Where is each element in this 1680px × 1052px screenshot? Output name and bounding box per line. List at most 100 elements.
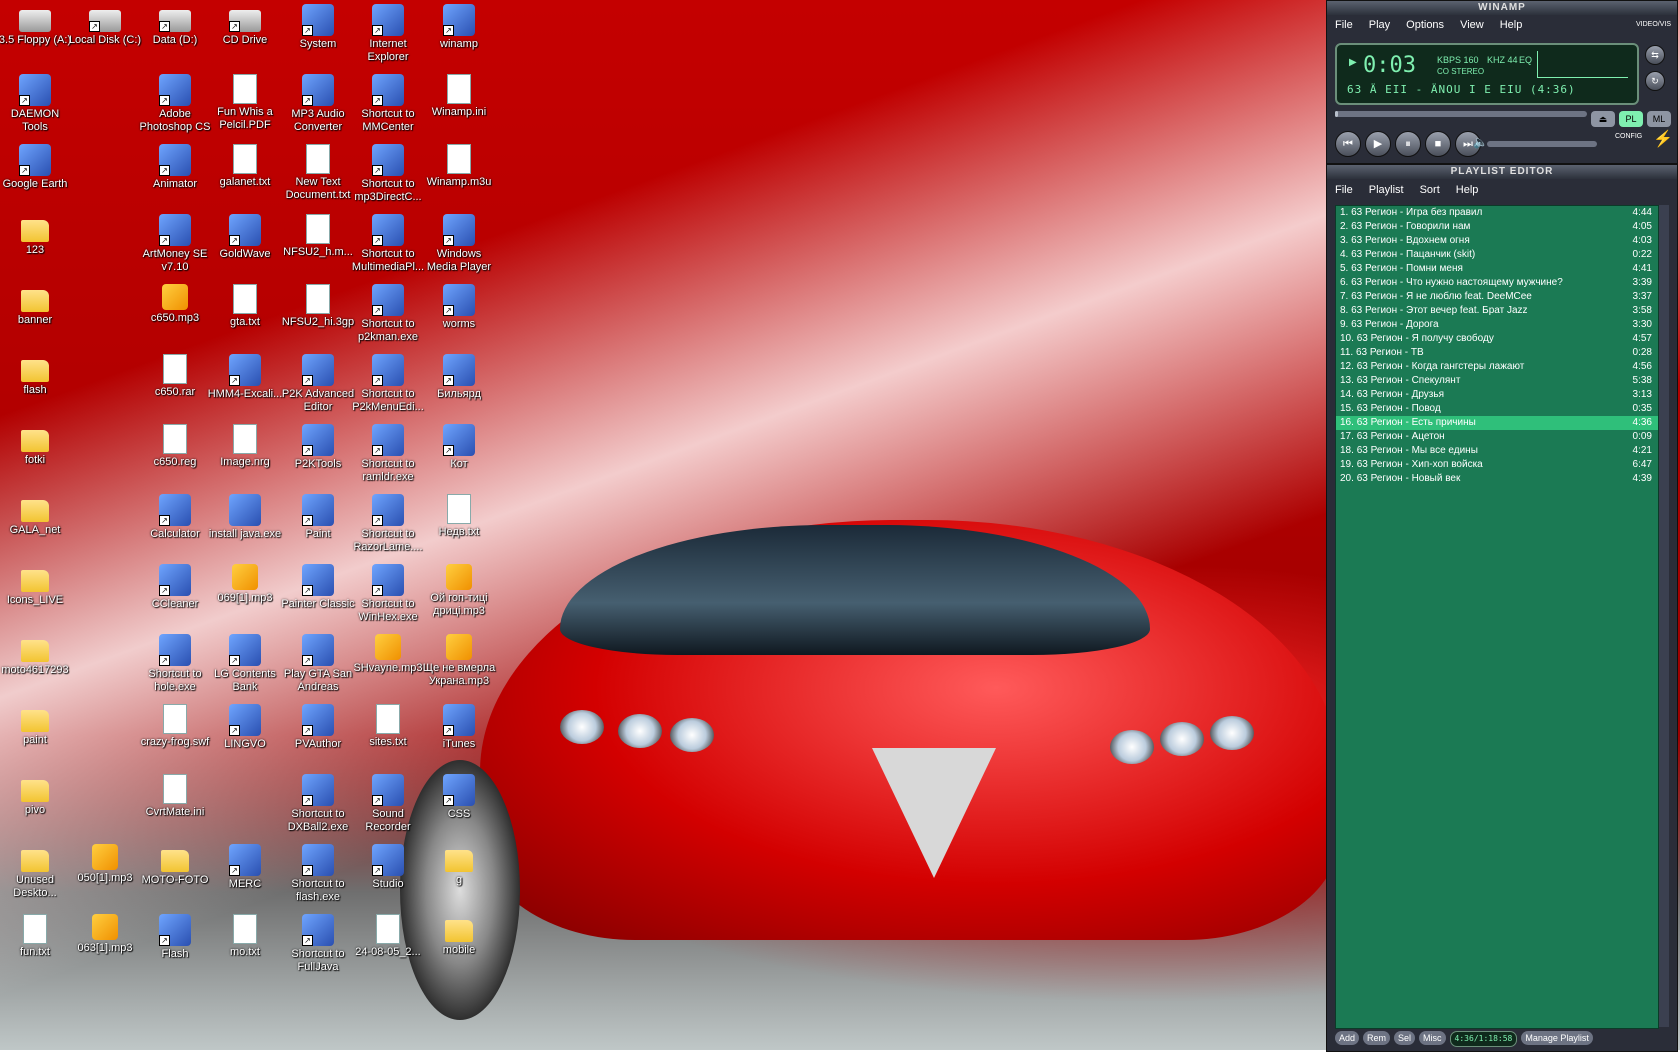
pause-icon[interactable]: ⏸ — [1395, 131, 1421, 157]
desktop-icon[interactable]: 123 — [0, 214, 73, 257]
desktop-icon[interactable]: 24-08-05_2... — [350, 914, 426, 959]
playlist-menu-playlist[interactable]: Playlist — [1369, 184, 1404, 196]
misc-button[interactable]: Misc — [1419, 1031, 1446, 1045]
desktop-icon[interactable]: ↗ Shortcut to MMCenter — [350, 74, 426, 134]
desktop-icon[interactable]: ↗ LINGVO — [207, 704, 283, 751]
manage-playlist-button[interactable]: Manage Playlist — [1521, 1031, 1593, 1045]
playlist-track-list[interactable]: 1. 63 Регион - Игра без правил 4:44 2. 63 … — [1335, 205, 1659, 1029]
config-label[interactable]: CONFIG — [1615, 133, 1642, 140]
desktop-icon[interactable]: CvrtMate.ini — [137, 774, 213, 819]
desktop-icon[interactable]: ↗ Shortcut to ramldr.exe — [350, 424, 426, 484]
desktop-icon[interactable]: NFSU2_hi.3gp — [280, 284, 356, 329]
desktop-icon[interactable]: ↗ Windows Media Player — [421, 214, 497, 274]
desktop-icon[interactable]: ↗ Shortcut to FullJava — [280, 914, 356, 974]
desktop-icon[interactable]: ↗ Data (D:) — [137, 4, 213, 47]
desktop-icon[interactable]: ↗ Бильярд — [421, 354, 497, 401]
eject-button[interactable]: ⏏ — [1591, 111, 1615, 127]
desktop-icon[interactable]: ↗ Shortcut to flash.exe — [280, 844, 356, 904]
desktop-icon[interactable]: 3.5 Floppy (A:) — [0, 4, 73, 47]
desktop-icon[interactable]: ↗ Paint — [280, 494, 356, 541]
playlist-track-row[interactable]: 7. 63 Регион - Я не люблю feat. DeeMCee 3… — [1336, 290, 1658, 304]
playlist-track-row[interactable]: 2. 63 Регион - Говорили нам 4:05 — [1336, 220, 1658, 234]
desktop-icon[interactable]: c650.reg — [137, 424, 213, 469]
desktop-icon[interactable]: Winamp.ini — [421, 74, 497, 119]
desktop-icon[interactable]: paint — [0, 704, 73, 747]
desktop-icon[interactable]: ↗ Painter Classic — [280, 564, 356, 611]
desktop-icon[interactable]: Ще не вмерла Украна.mp3 — [421, 634, 497, 688]
shuffle-icon[interactable]: ⇆ — [1645, 45, 1665, 65]
desktop-icon[interactable]: ↗ CSS — [421, 774, 497, 821]
add-button[interactable]: Add — [1335, 1031, 1360, 1045]
desktop-icon[interactable]: fotki — [0, 424, 73, 467]
desktop-icon[interactable]: ↗ Sound Recorder — [350, 774, 426, 834]
winamp-menu-file[interactable]: File — [1335, 19, 1353, 35]
playlist-track-row[interactable]: 19. 63 Регион - Хип-хоп войска 6:47 — [1336, 458, 1658, 472]
desktop-icon[interactable]: ↗ Shortcut to WinHex.exe — [350, 564, 426, 624]
playlist-titlebar[interactable]: PLAYLIST EDITOR — [1327, 165, 1677, 179]
desktop-icon[interactable]: ↗ P2K Advanced Editor — [280, 354, 356, 414]
winamp-logo-icon[interactable]: ⚡ — [1653, 129, 1673, 149]
playlist-track-row[interactable]: 9. 63 Регион - Дорога 3:30 — [1336, 318, 1658, 332]
playlist-toggle-button[interactable]: PL — [1619, 111, 1643, 127]
winamp-titlebar[interactable]: WINAMP — [1327, 1, 1677, 15]
desktop-icon[interactable]: install java.exe — [207, 494, 283, 541]
playlist-track-row[interactable]: 3. 63 Регион - Вдохнем огня 4:03 — [1336, 234, 1658, 248]
select-button[interactable]: Sel — [1394, 1031, 1416, 1045]
winamp-menu-view[interactable]: View — [1460, 19, 1484, 35]
desktop-icon[interactable]: moto4617293 — [0, 634, 73, 677]
desktop-icon[interactable]: ↗ Play GTA San Andreas — [280, 634, 356, 694]
desktop-icon[interactable]: ↗ Google Earth — [0, 144, 73, 191]
desktop-icon[interactable]: MOTO-FOTO — [137, 844, 213, 887]
playlist-track-row[interactable]: 8. 63 Регион - Этот вечер feat. Брат Jaz… — [1336, 304, 1658, 318]
playlist-scrollbar[interactable] — [1659, 205, 1669, 1027]
spectrum-analyzer[interactable] — [1537, 51, 1628, 78]
previous-icon[interactable]: ⏮ — [1335, 131, 1361, 157]
desktop-icon[interactable]: ↗ Calculator — [137, 494, 213, 541]
playlist-track-row[interactable]: 13. 63 Регион - Спекулянт 5:38 — [1336, 374, 1658, 388]
playlist-track-row[interactable]: 12. 63 Регион - Когда гангстеры лажают 4:… — [1336, 360, 1658, 374]
desktop-icon[interactable]: Fun Whis a Pelcil.PDF — [207, 74, 283, 132]
desktop-icon[interactable]: ↗ Adobe Photoshop CS — [137, 74, 213, 134]
stop-icon[interactable]: ■ — [1425, 131, 1451, 157]
playlist-menu-sort[interactable]: Sort — [1420, 184, 1440, 196]
desktop-icon[interactable]: 069[1].mp3 — [207, 564, 283, 605]
desktop-icon[interactable]: pivo — [0, 774, 73, 817]
desktop-icon[interactable]: ↗ P2KTools — [280, 424, 356, 471]
desktop-icon[interactable]: Unused Deskto... — [0, 844, 73, 900]
playlist-track-row[interactable]: 1. 63 Регион - Игра без правил 4:44 — [1336, 206, 1658, 220]
winamp-window[interactable]: WINAMP File Play Options View Help VIDEO… — [1326, 0, 1678, 164]
playlist-track-row[interactable]: 14. 63 Регион - Друзья 3:13 — [1336, 388, 1658, 402]
playlist-track-row[interactable]: 20. 63 Регион - Новый век 4:39 — [1336, 472, 1658, 486]
desktop-icon[interactable]: g — [421, 844, 497, 887]
desktop-icon[interactable]: ↗ CD Drive — [207, 4, 283, 47]
desktop-icon[interactable]: ↗ Shortcut to P2kMenuEdi... — [350, 354, 426, 414]
desktop-icon[interactable]: ↗ Studio — [350, 844, 426, 891]
desktop-icon[interactable]: ↗ MP3 Audio Converter — [280, 74, 356, 134]
desktop-icon[interactable]: flash — [0, 354, 73, 397]
desktop-icon[interactable]: ↗ PVAuthor — [280, 704, 356, 751]
playlist-track-row[interactable]: 16. 63 Регион - Есть причины 4:36 — [1336, 416, 1658, 430]
desktop-icon[interactable]: ↗ HMM4-Excali... — [207, 354, 283, 401]
desktop-icon[interactable]: 050[1].mp3 — [67, 844, 143, 885]
remove-button[interactable]: Rem — [1363, 1031, 1391, 1045]
playlist-menu-file[interactable]: File — [1335, 184, 1353, 196]
desktop-icon[interactable]: ↗ GoldWave — [207, 214, 283, 261]
desktop-icon[interactable]: ↗ Flash — [137, 914, 213, 961]
desktop-icon[interactable]: ↗ Local Disk (C:) — [67, 4, 143, 47]
winamp-menu-help[interactable]: Help — [1500, 19, 1523, 35]
playlist-track-row[interactable]: 18. 63 Регион - Мы все едины 4:21 — [1336, 444, 1658, 458]
desktop-icon[interactable]: ↗ System — [280, 4, 356, 51]
desktop-icon[interactable]: Недв.txt — [421, 494, 497, 539]
desktop-icon[interactable]: ↗ CCleaner — [137, 564, 213, 611]
play-icon[interactable]: ▶ — [1365, 131, 1391, 157]
desktop-icon[interactable]: sites.txt — [350, 704, 426, 749]
desktop-icon[interactable]: mo.txt — [207, 914, 283, 959]
elapsed-time[interactable]: 0:03 — [1363, 53, 1416, 78]
playlist-track-row[interactable]: 4. 63 Регион - Пацанчик (skit) 0:22 — [1336, 248, 1658, 262]
winamp-menu-play[interactable]: Play — [1369, 19, 1390, 35]
winamp-menu-options[interactable]: Options — [1406, 19, 1444, 35]
seek-bar[interactable] — [1335, 111, 1587, 117]
playlist-track-row[interactable]: 10. 63 Регион - Я получу свободу 4:57 — [1336, 332, 1658, 346]
desktop-icon[interactable]: ↗ iTunes — [421, 704, 497, 751]
desktop-icon[interactable]: Image.nrg — [207, 424, 283, 469]
